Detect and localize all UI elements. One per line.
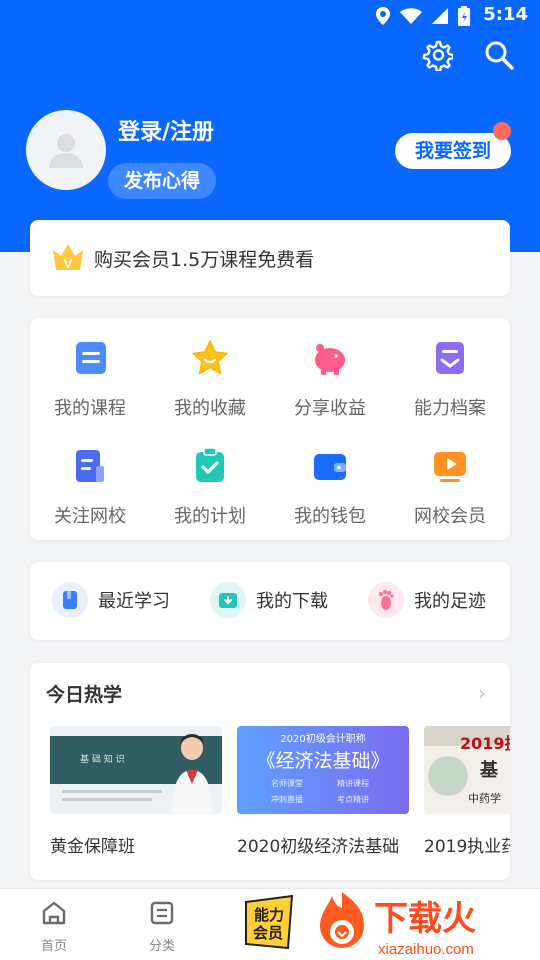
thumb-main-text: 《经济法基础》	[256, 750, 390, 772]
grid-item-my-plan[interactable]: 我的计划	[150, 446, 270, 528]
shortcut-row: 最近学习 我的下载 我的足迹	[30, 562, 510, 640]
grid-item-my-wallet[interactable]: 我的钱包	[270, 446, 390, 528]
vip-badge-text: V	[64, 256, 73, 271]
hot-today-section: 今日热学 › 基 础 知 识 黄金保障班 2020初级会计职称 《经济法基础》 …	[30, 663, 510, 880]
default-user-icon	[49, 134, 83, 168]
member-label-1: 能力	[254, 906, 284, 924]
thumb-text: 基 础 知 识	[80, 755, 125, 765]
grid-item-my-favorites[interactable]: 我的收藏	[150, 338, 270, 420]
wallet-icon	[314, 454, 346, 480]
feature-grid: 我的课程 我的收藏 分享收益 能力档案 关注网校 我的计划 我的钱包 网校会员	[30, 318, 510, 540]
battery-icon	[458, 6, 470, 26]
video-icon	[434, 452, 466, 482]
grid-label: 分享收益	[294, 398, 366, 419]
vip-text: 购买会员1.5万课程免费看	[94, 248, 315, 271]
crown-vip-icon: V	[53, 244, 83, 271]
settings-button[interactable]	[420, 38, 454, 72]
grid-item-my-courses[interactable]: 我的课程	[30, 338, 150, 420]
thumb-top-text: 2020初级会计职称	[280, 734, 366, 745]
vip-banner[interactable]: V 购买会员1.5万课程免费看	[30, 220, 510, 296]
member-label-2: 会员	[253, 924, 283, 942]
status-time: 5:14	[483, 4, 528, 25]
signal-icon	[432, 8, 448, 24]
grid-item-ability-archive[interactable]: 能力档案	[390, 338, 510, 420]
course-thumbnail: 2020初级会计职称 《经济法基础》 名师课堂 精讲课程 冲刺直播 考点精讲	[237, 726, 409, 814]
home-icon	[42, 901, 66, 925]
piggy-bank-icon	[315, 344, 345, 375]
search-icon	[485, 41, 514, 70]
course-thumbnail: 2019执 基 中药学	[424, 726, 510, 814]
login-register-link[interactable]: 登录/注册	[118, 114, 214, 146]
grid-label: 我的课程	[54, 398, 126, 419]
grid-label: 关注网校	[54, 506, 126, 527]
shortcut-label: 我的足迹	[414, 591, 486, 612]
notification-dot	[493, 122, 511, 140]
my-downloads-link[interactable]: 我的下载	[210, 582, 328, 618]
thumb-tag: 考点精讲	[337, 795, 369, 804]
wifi-icon	[400, 8, 422, 24]
grid-label: 我的钱包	[294, 506, 366, 527]
member-button[interactable]: 能力 会员	[236, 892, 302, 954]
grid-label: 网校会员	[414, 506, 486, 527]
course-title: 2019执业药	[424, 837, 510, 857]
grid-item-school-member[interactable]: 网校会员	[390, 446, 510, 528]
my-footprints-link[interactable]: 我的足迹	[368, 582, 486, 618]
course-thumbnail: 基 础 知 识	[50, 726, 222, 814]
watermark-logo: 下载火 xiazaihuo.com	[320, 892, 476, 958]
location-icon	[376, 7, 390, 25]
course-card[interactable]: 2020初级会计职称 《经济法基础》 名师课堂 精讲课程 冲刺直播 考点精讲 2…	[237, 726, 409, 857]
thumb-tag: 名师课堂	[271, 779, 303, 788]
shortcut-label: 最近学习	[98, 591, 170, 612]
grid-label: 我的计划	[174, 506, 246, 527]
book-icon	[52, 582, 88, 618]
footprint-icon	[368, 582, 404, 618]
teacher-photo	[172, 734, 212, 814]
nav-label: 分类	[148, 939, 175, 954]
course-card[interactable]: 2019执 基 中药学 2019执业药	[424, 726, 510, 857]
gear-icon	[422, 40, 453, 71]
watermark-domain: xiazaihuo.com	[378, 941, 474, 958]
nav-label: 首页	[40, 939, 67, 954]
nav-home[interactable]: 首页	[24, 899, 84, 954]
star-icon	[192, 340, 228, 375]
thumb-tag: 冲刺直播	[271, 795, 303, 804]
status-icons	[376, 6, 470, 26]
course-title: 2020初级经济法基础	[237, 837, 400, 857]
course-card[interactable]: 基 础 知 识 黄金保障班	[50, 726, 222, 857]
download-icon	[210, 582, 246, 618]
course-icon	[76, 342, 106, 374]
section-title: 今日热学	[46, 684, 123, 706]
top-icons	[420, 38, 516, 72]
member-badge-icon: 能力 会员	[245, 894, 294, 950]
avatar[interactable]	[26, 110, 106, 190]
document-icon	[76, 450, 104, 482]
signin-button[interactable]: 我要签到	[395, 133, 511, 169]
recent-study-link[interactable]: 最近学习	[52, 582, 170, 618]
chevron-right-icon[interactable]: ›	[478, 681, 486, 705]
grid-label: 我的收藏	[174, 398, 246, 419]
publish-notes-button[interactable]: 发布心得	[108, 163, 217, 199]
thumb-main-text: 2019执	[460, 734, 510, 753]
nav-category[interactable]: 分类	[132, 899, 192, 954]
grid-label: 能力档案	[414, 398, 486, 419]
status-bar: 5:14	[0, 0, 540, 30]
watermark-text: 下载火	[374, 899, 476, 939]
clipboard-check-icon	[196, 447, 224, 482]
thumb-sub-text: 中药学	[468, 792, 501, 805]
course-title: 黄金保障班	[50, 837, 135, 857]
archive-icon	[436, 342, 464, 374]
category-icon	[150, 901, 174, 925]
grid-item-share-earnings[interactable]: 分享收益	[270, 338, 390, 420]
shortcut-label: 我的下载	[256, 591, 328, 612]
grid-item-followed-schools[interactable]: 关注网校	[30, 446, 150, 528]
thumb-tag: 精讲课程	[337, 779, 369, 788]
search-button[interactable]	[482, 38, 516, 72]
